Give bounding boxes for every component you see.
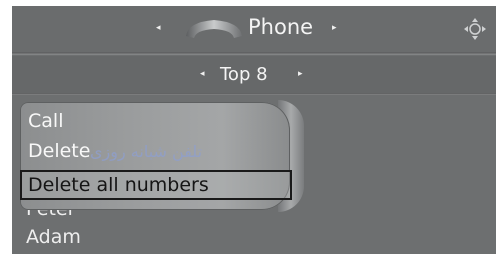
menu-item-call[interactable]: Call	[28, 109, 63, 133]
menu-item-delete[interactable]: Delete	[28, 139, 90, 163]
subheader-divider	[12, 93, 496, 95]
joystick-icon	[464, 18, 486, 40]
subheader-right-arrow[interactable]: ▸	[298, 70, 303, 79]
header-left-arrow[interactable]: ◂	[156, 24, 161, 33]
header-title: Phone	[248, 15, 314, 39]
list-item-adam[interactable]: Adam	[26, 225, 81, 249]
header-right-arrow[interactable]: ▸	[332, 24, 337, 33]
subheader-left-arrow[interactable]: ◂	[200, 70, 205, 79]
handset-icon	[186, 20, 242, 38]
idrive-screen: ◂ Phone ▸ ◂ Top 8 ▸ Peter Adam Call Dele…	[12, 6, 496, 254]
header-bar: ◂ Phone ▸	[12, 6, 496, 52]
subheader-bar: ◂ Top 8 ▸	[12, 56, 496, 93]
menu-item-delete-all-numbers[interactable]: Delete all numbers	[20, 170, 292, 200]
subheader-title: Top 8	[220, 64, 268, 85]
header-divider	[12, 52, 496, 55]
watermark-text: تلفن شبانه روزی	[90, 142, 203, 161]
